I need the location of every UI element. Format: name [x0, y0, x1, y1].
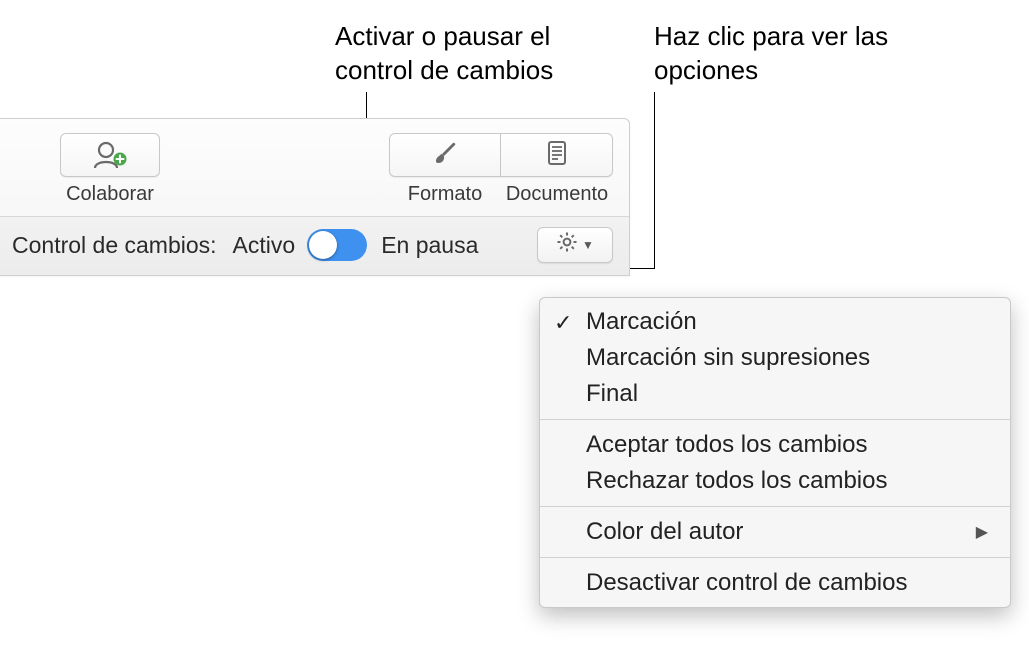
menu-item-author-color[interactable]: Color del autor ▶: [540, 514, 1010, 550]
collaborate-group: Colaborar: [60, 133, 160, 206]
track-state-paused: En pausa: [381, 232, 478, 259]
chevron-right-icon: ▶: [976, 522, 988, 542]
format-button[interactable]: [389, 133, 501, 177]
menu-item-label: Desactivar control de cambios: [586, 569, 907, 597]
document-icon: [543, 139, 571, 172]
segmented-labels: Formato Documento: [389, 183, 613, 206]
menu-item-label: Color del autor: [586, 518, 743, 546]
menu-item-accept-all[interactable]: Aceptar todos los cambios: [540, 427, 1010, 463]
track-changes-title: Control de cambios:: [12, 232, 217, 259]
menu-item-final[interactable]: Final: [540, 376, 1010, 412]
menu-item-markup-no-deletions[interactable]: Marcación sin supresiones: [540, 340, 1010, 376]
menu-item-label: Final: [586, 380, 638, 408]
checkmark-icon: ✓: [554, 310, 572, 336]
track-state-active: Activo: [233, 232, 296, 259]
segmented-control: [389, 133, 613, 177]
track-options-menu: ✓ Marcación Marcación sin supresiones Fi…: [539, 297, 1011, 608]
callout-line-gear-v: [654, 92, 655, 269]
document-label: Documento: [501, 183, 613, 206]
toolbar: Colaborar: [0, 119, 629, 216]
brush-icon: [431, 139, 459, 172]
menu-item-markup[interactable]: ✓ Marcación: [540, 304, 1010, 340]
chevron-down-icon: ▼: [582, 238, 594, 252]
menu-item-label: Aceptar todos los cambios: [586, 431, 867, 459]
collaborate-icon: [91, 140, 129, 170]
menu-separator: [540, 419, 1010, 420]
format-label: Formato: [389, 183, 501, 206]
collaborate-button[interactable]: [60, 133, 160, 177]
menu-item-reject-all[interactable]: Rechazar todos los cambios: [540, 463, 1010, 499]
annotation-gear: Haz clic para ver las opciones: [654, 20, 934, 88]
menu-item-label: Marcación sin supresiones: [586, 344, 870, 372]
annotation-toggle: Activar o pausar el control de cambios: [335, 20, 635, 88]
menu-item-disable-tracking[interactable]: Desactivar control de cambios: [540, 565, 1010, 601]
track-changes-toggle[interactable]: [307, 229, 367, 261]
menu-item-label: Marcación: [586, 308, 697, 336]
menu-item-label: Rechazar todos los cambios: [586, 467, 887, 495]
document-button[interactable]: [501, 133, 613, 177]
toggle-knob: [309, 231, 337, 259]
menu-separator: [540, 506, 1010, 507]
format-document-group: Formato Documento: [389, 133, 613, 206]
gear-icon: [556, 231, 578, 259]
collaborate-label: Colaborar: [66, 183, 154, 206]
app-chrome: Colaborar: [0, 118, 630, 276]
track-options-button[interactable]: ▼: [537, 227, 613, 263]
menu-separator: [540, 557, 1010, 558]
track-changes-bar: Control de cambios: Activo En pausa: [0, 216, 629, 275]
